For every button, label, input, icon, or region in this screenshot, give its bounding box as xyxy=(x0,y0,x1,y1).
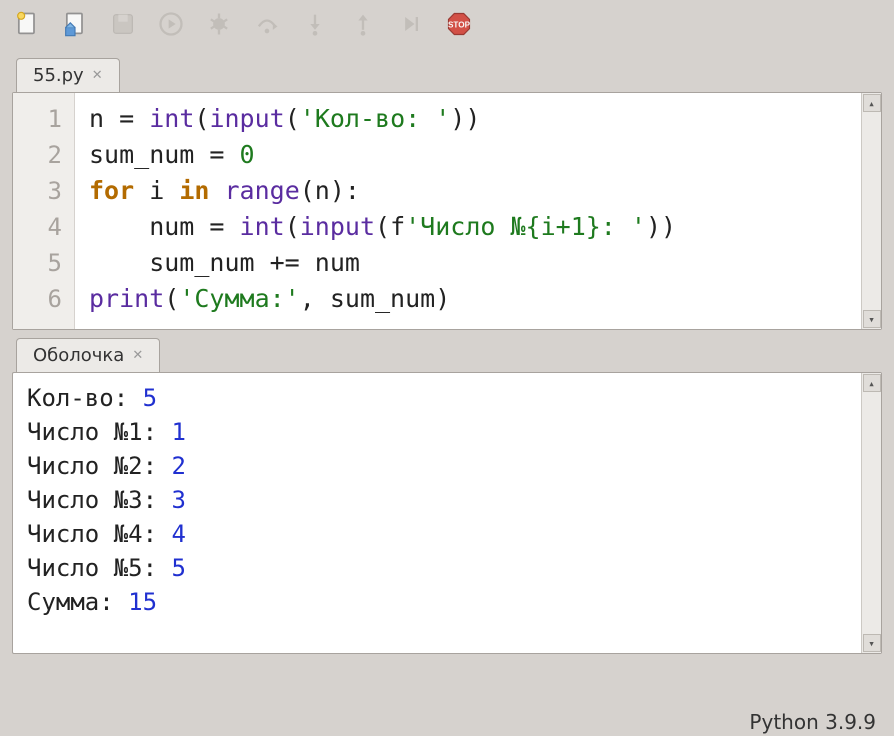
line-number: 5 xyxy=(13,245,74,281)
shell-line: Число №2: 2 xyxy=(27,449,847,483)
shell-line: Число №1: 1 xyxy=(27,415,847,449)
status-bar: Python 3.9.9 xyxy=(749,710,876,734)
python-version-label: Python 3.9.9 xyxy=(749,710,876,734)
stop-button[interactable]: STOP xyxy=(442,7,476,41)
editor-scrollbar[interactable]: ▴ ▾ xyxy=(861,93,881,329)
debug-button[interactable] xyxy=(202,7,236,41)
editor-panel: 55.py ✕ 123456 n = int(input('Кол-во: ')… xyxy=(12,58,882,330)
shell-output[interactable]: Кол-во: 5Число №1: 1Число №2: 2Число №3:… xyxy=(13,373,861,653)
scroll-up-icon[interactable]: ▴ xyxy=(863,374,881,392)
line-number: 4 xyxy=(13,209,74,245)
code-line: for i in range(n): xyxy=(89,173,847,209)
close-tab-icon[interactable]: ✕ xyxy=(92,68,103,83)
line-number: 2 xyxy=(13,137,74,173)
scroll-down-icon[interactable]: ▾ xyxy=(863,634,881,652)
open-file-button[interactable] xyxy=(58,7,92,41)
code-line: num = int(input(f'Число №{i+1}: ')) xyxy=(89,209,847,245)
run-button[interactable] xyxy=(154,7,188,41)
shell-line: Число №3: 3 xyxy=(27,483,847,517)
code-line: n = int(input('Кол-во: ')) xyxy=(89,101,847,137)
line-number-gutter: 123456 xyxy=(13,93,75,329)
shell-line: Число №4: 4 xyxy=(27,517,847,551)
shell-tab[interactable]: Оболочка ✕ xyxy=(16,338,160,372)
save-file-button[interactable] xyxy=(106,7,140,41)
new-file-button[interactable] xyxy=(10,7,44,41)
shell-tab-label: Оболочка xyxy=(33,345,124,366)
code-line: print('Сумма:', sum_num) xyxy=(89,281,847,317)
step-out-button[interactable] xyxy=(346,7,380,41)
editor-tab-label: 55.py xyxy=(33,65,84,86)
shell-panel: Оболочка ✕ Кол-во: 5Число №1: 1Число №2:… xyxy=(12,338,882,654)
scroll-up-icon[interactable]: ▴ xyxy=(863,94,881,112)
toolbar: STOP xyxy=(0,0,894,48)
resume-button[interactable] xyxy=(394,7,428,41)
line-number: 1 xyxy=(13,101,74,137)
editor-tab[interactable]: 55.py ✕ xyxy=(16,58,120,92)
shell-line: Кол-во: 5 xyxy=(27,381,847,415)
code-line: sum_num = 0 xyxy=(89,137,847,173)
line-number: 3 xyxy=(13,173,74,209)
code-line: sum_num += num xyxy=(89,245,847,281)
shell-line: Число №5: 5 xyxy=(27,551,847,585)
scroll-down-icon[interactable]: ▾ xyxy=(863,310,881,328)
svg-text:STOP: STOP xyxy=(448,21,471,30)
code-editor[interactable]: n = int(input('Кол-во: '))sum_num = 0for… xyxy=(75,93,861,329)
step-over-button[interactable] xyxy=(250,7,284,41)
line-number: 6 xyxy=(13,281,74,317)
close-shell-tab-icon[interactable]: ✕ xyxy=(132,348,143,363)
shell-scrollbar[interactable]: ▴ ▾ xyxy=(861,373,881,653)
shell-line: Сумма: 15 xyxy=(27,585,847,619)
step-into-button[interactable] xyxy=(298,7,332,41)
